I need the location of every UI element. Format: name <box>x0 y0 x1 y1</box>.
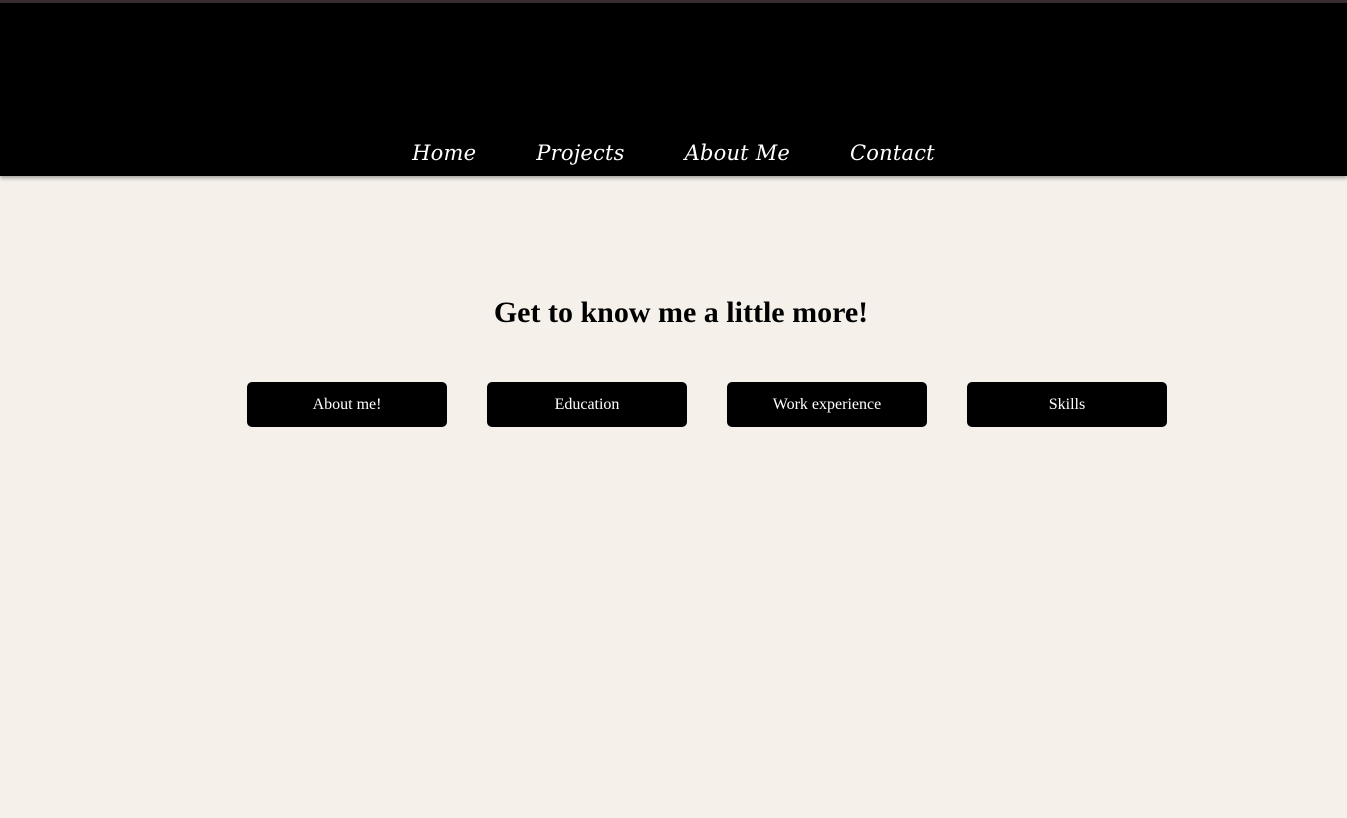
page-title: Get to know me a little more! <box>493 296 869 329</box>
work-experience-button[interactable]: Work experience <box>727 382 927 427</box>
education-button[interactable]: Education <box>487 382 687 427</box>
nav-home-link[interactable]: Home <box>382 141 506 165</box>
skills-button[interactable]: Skills <box>967 382 1167 427</box>
main-nav: Home Projects About Me Contact <box>0 141 1347 165</box>
about-me-button[interactable]: About me! <box>247 382 447 427</box>
section-button-row: About me! Education Work experience Skil… <box>247 382 1167 427</box>
nav-projects-link[interactable]: Projects <box>506 141 654 165</box>
main-content: Get to know me a little more! About me! … <box>0 176 1347 818</box>
site-header: Home Projects About Me Contact <box>0 3 1347 176</box>
nav-contact-link[interactable]: Contact <box>820 141 965 165</box>
nav-about-me-link[interactable]: About Me <box>655 141 820 165</box>
